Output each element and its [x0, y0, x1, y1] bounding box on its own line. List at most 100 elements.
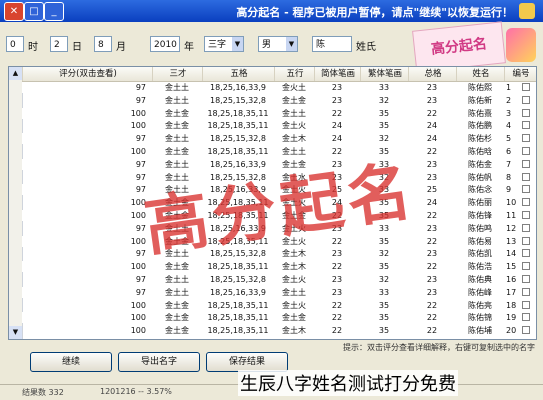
row-checkbox[interactable]: [522, 147, 530, 155]
year-select[interactable]: 2010: [150, 36, 180, 52]
table-cell-simp: 22: [331, 262, 343, 272]
maximize-window-button[interactable]: □: [24, 2, 44, 21]
table-row[interactable]: 5 陈佑杉 24 32 24 金土木 18,25,15,32,8 金土土 97: [22, 133, 536, 145]
row-checkbox[interactable]: [522, 313, 530, 322]
row-checkbox[interactable]: [522, 223, 530, 232]
scroll-up-icon[interactable]: ▲: [9, 67, 22, 80]
table-cell-score: 97: [135, 134, 146, 144]
row-checkbox[interactable]: [522, 287, 530, 296]
table-row[interactable]: 15 陈佑浩 22 35 22 金土木 18,25,18,35,11 金土金 100: [22, 261, 536, 273]
table-cell-name: 陈佑易: [468, 236, 492, 246]
table-cell-trad: 33: [378, 83, 390, 92]
column-header[interactable]: 总格: [408, 67, 457, 81]
table-cell-score: 97: [135, 159, 146, 169]
column-header[interactable]: 繁体笔画: [360, 67, 409, 81]
table-cell-sancai: 金土土: [165, 95, 189, 105]
table-cell-simp: 23: [331, 287, 343, 297]
table-cell-total: 22: [426, 262, 438, 272]
table-cell-wuxing: 金土木: [282, 262, 306, 272]
table-row[interactable]: 18 陈佑亮 22 35 22 金土火 18,25,18,35,11 金土金 100: [22, 300, 536, 311]
name-length-select[interactable]: 三字 ▼: [204, 36, 244, 52]
table-cell-no: 19: [504, 312, 536, 323]
table-cell-score: 97: [135, 172, 146, 182]
table-row[interactable]: 6 陈佑晗 22 35 22 金土土 18,25,18,35,11 金土金 100: [22, 146, 536, 157]
row-number: 15: [506, 262, 517, 272]
column-header[interactable]: 五行: [274, 67, 315, 81]
search-toolbar: 0 时 2 日 8 月 2010 年 三字 ▼ 男 ▼ 陈 姓氏 高分起名: [0, 21, 543, 73]
row-checkbox[interactable]: [522, 198, 530, 207]
save-results-button[interactable]: 保存结果: [206, 352, 288, 372]
table-cell-simp: 23: [331, 95, 343, 105]
table-cell-total: 22: [426, 108, 438, 118]
export-names-button[interactable]: 导出名字: [118, 352, 200, 372]
table-row[interactable]: 17 陈佑峰 23 33 23 金土土 18,25,16,33,9 金土土 97: [22, 286, 536, 298]
year-label: 年: [184, 42, 194, 53]
row-checkbox[interactable]: [522, 249, 530, 258]
row-checkbox[interactable]: [522, 83, 530, 91]
table-row[interactable]: 4 陈佑鹏 24 35 24 金土火 18,25,18,35,11 金土金 100: [22, 120, 536, 131]
table-cell-trad: 32: [378, 134, 390, 144]
row-number: 1: [506, 83, 512, 92]
scroll-down-icon[interactable]: ▼: [9, 326, 22, 339]
table-row[interactable]: 1 陈佑熙 23 33 23 金火土 18,25,16,33,9 金土土 97: [22, 82, 536, 93]
row-checkbox[interactable]: [522, 185, 530, 194]
row-number: 7: [506, 159, 512, 169]
row-checkbox[interactable]: [522, 211, 530, 219]
table-cell-no: 18: [504, 300, 536, 311]
caption-text: 生辰八字姓名测试打分免费: [238, 370, 458, 396]
column-header[interactable]: 姓名: [456, 67, 505, 81]
column-header[interactable]: 简体笔画: [314, 67, 361, 81]
row-checkbox[interactable]: [522, 121, 530, 130]
column-header[interactable]: 三才: [152, 67, 203, 81]
continue-button[interactable]: 继续: [30, 352, 112, 372]
table-row[interactable]: 19 陈佑锦 22 35 22 金土金 18,25,18,35,11 金土金 100: [22, 312, 536, 324]
row-number: 2: [506, 95, 512, 105]
table-cell-wuxing: 金土木: [282, 326, 306, 336]
title-bar: ✕ □ _ 高分起名 - 程序已被用户暂停，请点"继续"以恢复运行！: [0, 0, 543, 22]
table-cell-score: 100: [130, 108, 146, 118]
row-number: 17: [506, 287, 517, 297]
chevron-down-icon[interactable]: ▼: [286, 37, 297, 51]
row-number: 3: [506, 108, 512, 118]
vertical-scrollbar[interactable]: ▲ ▼: [9, 67, 23, 339]
table-cell-sancai: 金土土: [165, 159, 189, 169]
row-checkbox[interactable]: [522, 275, 530, 283]
table-row[interactable]: 2 陈佑新 23 32 23 金土金 18,25,15,32,8 金土土 97: [22, 95, 536, 106]
table-cell-name: 陈佑晗: [468, 147, 492, 156]
chevron-down-icon[interactable]: ▼: [232, 37, 243, 51]
row-checkbox[interactable]: [522, 236, 530, 245]
row-checkbox[interactable]: [522, 108, 530, 117]
month-select[interactable]: 8: [94, 36, 112, 52]
table-cell-total: 23: [426, 83, 438, 92]
table-cell-sancai: 金土金: [165, 326, 189, 336]
column-header[interactable]: 评分(双击查看): [22, 67, 153, 81]
table-cell-sancai: 金土金: [165, 147, 189, 156]
column-header[interactable]: 五格: [202, 67, 275, 81]
table-cell-no: 11: [504, 210, 536, 221]
row-number: 4: [506, 121, 512, 131]
row-checkbox[interactable]: [522, 134, 530, 143]
table-cell-trad: 32: [378, 249, 390, 259]
close-window-button[interactable]: ✕: [4, 2, 24, 21]
table-row[interactable]: 16 陈佑典 23 32 23 金土火 18,25,15,32,8 金土土 97: [22, 274, 536, 285]
gender-select[interactable]: 男 ▼: [258, 36, 298, 52]
column-header[interactable]: 编号: [504, 67, 536, 81]
table-row[interactable]: 3 陈佑熹 22 35 22 金土土 18,25,18,35,11 金土金 100: [22, 107, 536, 119]
table-cell-total: 22: [426, 236, 438, 246]
row-checkbox[interactable]: [522, 326, 530, 335]
row-checkbox[interactable]: [522, 172, 530, 181]
table-cell-name: 陈佑熹: [468, 108, 492, 118]
table-cell-wuxing: 金土土: [282, 287, 306, 297]
row-checkbox[interactable]: [522, 159, 530, 168]
table-cell-name: 陈佑帆: [468, 172, 492, 182]
table-cell-name: 陈佑新: [468, 95, 492, 105]
month-label: 月: [116, 42, 126, 53]
row-checkbox[interactable]: [522, 95, 530, 104]
minimize-window-button[interactable]: _: [44, 2, 64, 21]
row-checkbox[interactable]: [522, 300, 530, 309]
row-checkbox[interactable]: [522, 262, 530, 271]
day-select[interactable]: 2: [50, 36, 68, 52]
surname-input[interactable]: 陈: [312, 36, 352, 52]
table-row[interactable]: 20 陈佑埔 22 35 22 金土木 18,25,18,35,11 金土金 100: [22, 325, 536, 336]
hour-select[interactable]: 0: [6, 36, 24, 52]
